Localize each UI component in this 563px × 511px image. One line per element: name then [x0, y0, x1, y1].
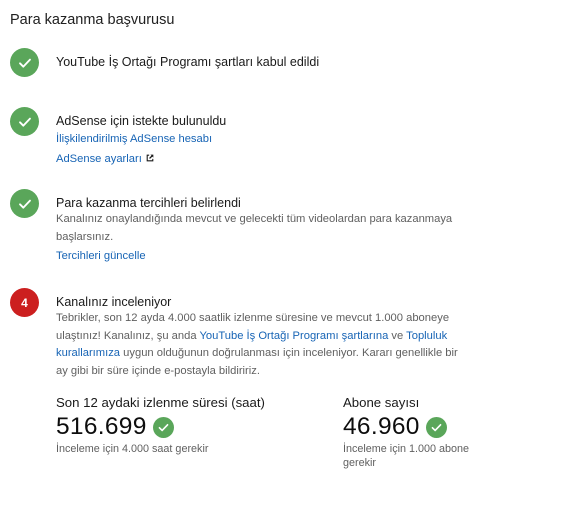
requirement-line: İnceleme için 1.000 abone [343, 443, 470, 455]
adsense-settings-label: AdSense ayarları [56, 152, 142, 165]
step-description: Tebrikler, son 12 ayda 4.000 saatlik izl… [56, 310, 496, 380]
step-title: YouTube İş Ortağı Programı şartları kabu… [56, 55, 320, 69]
check-icon [10, 189, 39, 218]
description-line: kurallarımıza uygun olduğunun doğrulanma… [56, 345, 496, 363]
description-line: başlarsınız. [56, 230, 114, 243]
watch-time-label: Son 12 aydaki izlenme süresi (saat) [56, 395, 265, 410]
subscribers-stat: Abone sayısı 46.960 İnceleme için 1.000 … [343, 395, 469, 470]
step-number-badge: 4 [10, 288, 39, 317]
watch-time-requirement: İnceleme için 4.000 saat gerekir [56, 443, 209, 455]
subscribers-value: 46.960 [343, 413, 420, 440]
check-icon [152, 416, 174, 438]
check-icon [10, 48, 39, 77]
community-guidelines-link[interactable]: kurallarımıza [56, 347, 120, 359]
step-title: AdSense için istekte bulunuldu [56, 114, 227, 128]
description-text: ulaştınız! Kanalınız, şu anda [56, 329, 200, 342]
requirement-line: gerekir [343, 456, 377, 469]
description-text: uygun olduğunun doğrulanması için incele… [120, 347, 458, 359]
ypp-terms-link[interactable]: YouTube İş Ortağı Programı şartlarına [199, 330, 388, 342]
step-title: Para kazanma tercihleri belirlendi [56, 196, 241, 210]
external-link-icon [145, 152, 155, 170]
adsense-settings-link[interactable]: AdSense ayarları [56, 153, 155, 165]
subscribers-requirement: İnceleme için 1.000 abone gerekir [343, 443, 469, 470]
community-guidelines-link[interactable]: Topluluk [406, 330, 447, 342]
update-preferences-link[interactable]: Tercihleri güncelle [56, 250, 146, 262]
watch-time-stat: Son 12 aydaki izlenme süresi (saat) 516.… [56, 395, 265, 457]
step-description: Kanalınız onaylandığında mevcut ve gelec… [56, 211, 496, 246]
linked-adsense-account-link[interactable]: İlişkilendirilmiş AdSense hesabı [56, 133, 212, 145]
check-icon [425, 416, 447, 438]
description-line: ay gibi bir süre içinde e-postayla bildi… [56, 364, 260, 377]
description-line: Kanalınız onaylandığında mevcut ve gelec… [56, 213, 453, 225]
watch-time-value: 516.699 [56, 413, 147, 440]
check-icon [10, 107, 39, 136]
description-text: ve [388, 329, 407, 342]
description-line: ulaştınız! Kanalınız, şu anda YouTube İş… [56, 328, 496, 346]
description-line: Tebrikler, son 12 ayda 4.000 saatlik izl… [56, 312, 450, 324]
page-title: Para kazanma başvurusu [10, 12, 175, 28]
subscribers-label: Abone sayısı [343, 395, 420, 410]
step-title: Kanalınız inceleniyor [56, 295, 172, 309]
